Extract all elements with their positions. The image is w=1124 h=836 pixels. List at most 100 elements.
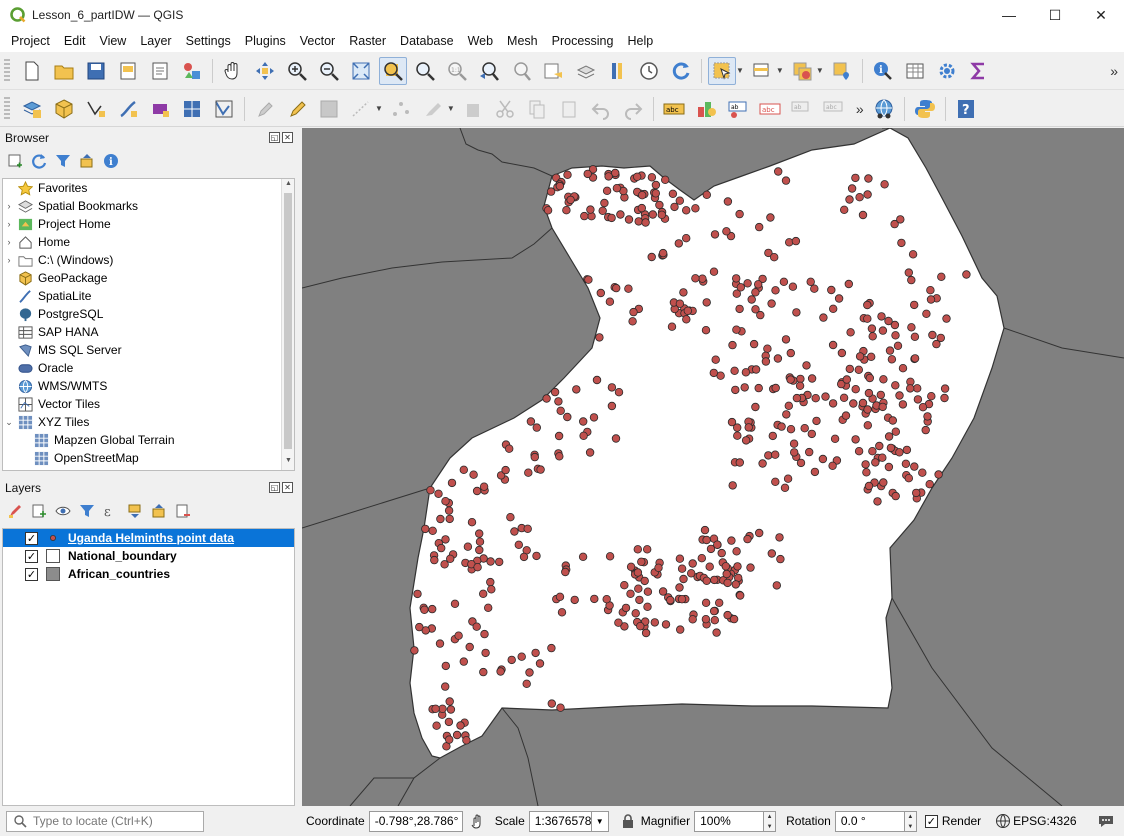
refresh-button[interactable] [667, 57, 695, 85]
statistics-button[interactable] [965, 57, 993, 85]
collapse-all-layers-button[interactable] [150, 502, 168, 520]
scroll-up-arrow[interactable]: ▲ [282, 180, 294, 192]
copy-features-button[interactable] [523, 95, 551, 123]
menu-settings[interactable]: Settings [179, 34, 238, 48]
zoom-last-button[interactable] [475, 57, 503, 85]
magnifier-field[interactable]: 100% [694, 810, 765, 832]
filter-by-expression-button[interactable]: ε [102, 502, 120, 520]
move-label-button[interactable]: abc [820, 95, 848, 123]
time-controller-button[interactable] [635, 57, 663, 85]
menu-vector[interactable]: Vector [293, 34, 342, 48]
modify-dropdown[interactable]: ▼ [447, 104, 455, 113]
digitize-line-button[interactable] [347, 95, 375, 123]
browser-item[interactable]: PostgreSQL [3, 305, 294, 323]
layers-close-button[interactable]: ✕ [282, 482, 293, 493]
browser-item[interactable]: SpatiaLite [3, 287, 294, 305]
new-mesh-layer-button[interactable] [210, 95, 238, 123]
rotation-field[interactable]: 0.0 ° [834, 810, 905, 832]
crs-button[interactable]: EPSG:4326 [1013, 814, 1076, 828]
pan-to-selection-button[interactable] [251, 57, 279, 85]
new-project-button[interactable] [18, 57, 46, 85]
refresh-browser-button[interactable] [30, 152, 48, 170]
menu-help[interactable]: Help [620, 34, 660, 48]
manage-map-themes-button[interactable] [54, 502, 72, 520]
toolbar2-more-button[interactable]: » [856, 101, 864, 117]
data-source-manager-button[interactable] [18, 95, 46, 123]
render-checkbox[interactable]: ✓ [924, 814, 938, 828]
label-layer-button[interactable]: abc [660, 95, 688, 123]
messages-icon[interactable] [1097, 813, 1115, 829]
pan-map-button[interactable] [219, 57, 247, 85]
layers-float-button[interactable]: ◱ [269, 482, 280, 493]
add-group-button[interactable] [30, 502, 48, 520]
maximize-button[interactable]: ☐ [1032, 0, 1078, 30]
select-features-dropdown[interactable]: ▼ [736, 66, 744, 75]
browser-item[interactable]: ⌄ XYZ Tiles [3, 413, 294, 431]
new-spatialite-layer-button[interactable] [114, 95, 142, 123]
diagram-options-button[interactable] [692, 95, 720, 123]
zoom-to-selection-button[interactable] [379, 56, 407, 85]
menu-database[interactable]: Database [393, 34, 461, 48]
menu-edit[interactable]: Edit [57, 34, 93, 48]
toolbar-grip-2[interactable] [4, 96, 10, 121]
browser-item[interactable]: Oracle [3, 359, 294, 377]
coordinate-field[interactable]: -0.798°,28.786° [368, 810, 463, 832]
browser-item[interactable]: WMS/WMTS [3, 377, 294, 395]
cut-features-button[interactable] [491, 95, 519, 123]
save-project-button[interactable] [82, 57, 110, 85]
menu-processing[interactable]: Processing [545, 34, 621, 48]
new-geopackage-layer-button[interactable] [50, 95, 78, 123]
save-layer-edits-button[interactable] [315, 95, 343, 123]
minimize-button[interactable]: — [986, 0, 1032, 30]
new-spatial-bookmark-button[interactable] [539, 57, 567, 85]
python-console-button[interactable] [911, 95, 939, 123]
zoom-native-button[interactable]: 1:1 [443, 57, 471, 85]
menu-mesh[interactable]: Mesh [500, 34, 545, 48]
toolbar-grip[interactable] [4, 58, 10, 83]
toggle-editing-button[interactable] [283, 95, 311, 123]
highlight-pinned-labels-button[interactable]: ab [724, 95, 752, 123]
digitize-dropdown[interactable]: ▼ [375, 104, 383, 113]
layer-item[interactable]: ✓ African_countries [3, 565, 294, 583]
browser-item[interactable]: › C:\ (Windows) [3, 251, 294, 269]
new-print-layout-button[interactable] [114, 57, 142, 85]
new-virtual-layer-button[interactable] [146, 95, 174, 123]
browser-item[interactable]: › Spatial Bookmarks [3, 197, 294, 215]
browser-close-button[interactable]: ✕ [282, 132, 293, 143]
menu-layer[interactable]: Layer [133, 34, 178, 48]
paste-features-button[interactable] [555, 95, 583, 123]
menu-web[interactable]: Web [461, 34, 500, 48]
browser-item[interactable]: SAP HANA [3, 323, 294, 341]
expand-chevron-icon[interactable]: › [3, 219, 15, 229]
browser-item[interactable]: › Home [3, 233, 294, 251]
style-manager-button[interactable] [178, 57, 206, 85]
browser-item[interactable]: Vector Tiles [3, 395, 294, 413]
expand-chevron-icon[interactable]: ⌄ [3, 417, 15, 428]
plugin-globe-button[interactable] [870, 95, 898, 123]
select-location-button[interactable] [828, 57, 856, 85]
style-panel-button[interactable] [6, 502, 24, 520]
new-shapefile-layer-button[interactable] [82, 95, 110, 123]
remove-layer-button[interactable] [174, 502, 192, 520]
browser-item[interactable]: OpenStreetMap [3, 449, 294, 467]
zoom-next-button[interactable] [507, 57, 535, 85]
new-temporary-layer-button[interactable] [178, 95, 206, 123]
deselect-dropdown[interactable]: ▼ [816, 66, 824, 75]
select-by-attribute-dropdown[interactable]: ▼ [776, 66, 784, 75]
browser-item[interactable]: GeoPackage [3, 269, 294, 287]
menu-plugins[interactable]: Plugins [238, 34, 293, 48]
add-layer-browser-button[interactable] [6, 152, 24, 170]
collapse-all-button[interactable] [78, 152, 96, 170]
layout-manager-button[interactable] [146, 57, 174, 85]
close-button[interactable]: ✕ [1078, 0, 1124, 30]
lock-scale-icon[interactable] [621, 813, 635, 829]
modify-attributes-button[interactable] [419, 95, 447, 123]
toolbox-button[interactable] [933, 57, 961, 85]
browser-item[interactable]: MS SQL Server [3, 341, 294, 359]
browser-scrollbar[interactable]: ▲ ▼ [281, 179, 294, 470]
identify-features-button[interactable]: i [869, 57, 897, 85]
show-bookmarks-button[interactable] [571, 57, 599, 85]
scale-dropdown[interactable]: ▼ [590, 810, 609, 832]
toolbar-more-button[interactable]: » [1110, 63, 1118, 79]
browser-item[interactable]: Favorites [3, 179, 294, 197]
